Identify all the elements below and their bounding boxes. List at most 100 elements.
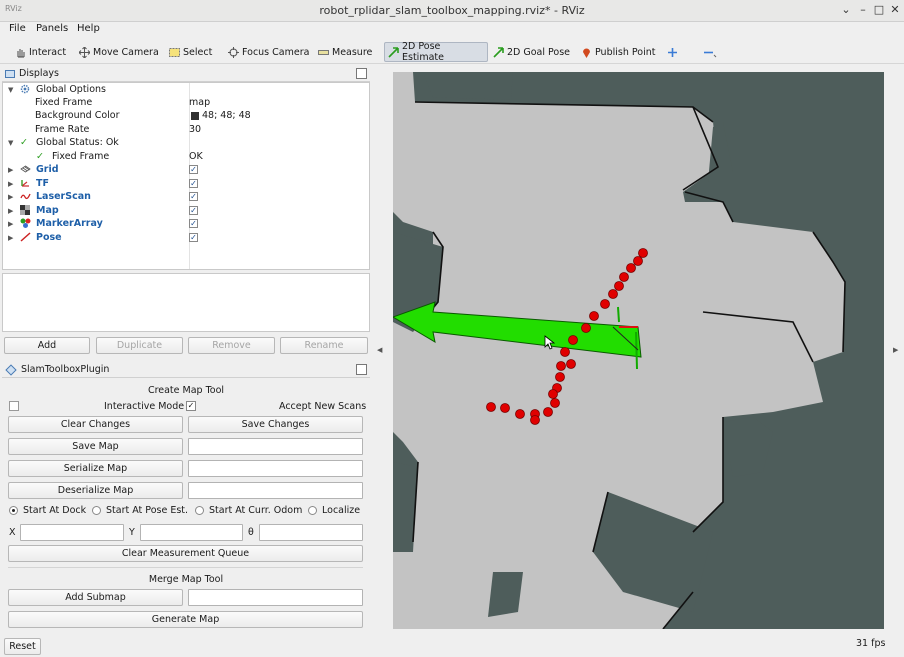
panel-close-checkbox[interactable]	[356, 364, 367, 375]
tool-2d-pose-estimate[interactable]: 2D Pose Estimate	[384, 41, 488, 63]
tool-select[interactable]: Select	[166, 42, 215, 62]
tool-measure[interactable]: Measure	[315, 42, 375, 62]
render-viewport[interactable]	[393, 72, 884, 629]
display-enabled-checkbox[interactable]: ✓	[189, 165, 198, 174]
collapse-left-icon[interactable]: ◀	[377, 346, 382, 354]
tree-row-fixed-frame[interactable]: Fixed Frame map	[3, 97, 369, 110]
theta-input[interactable]	[259, 524, 363, 541]
clear-changes-button[interactable]: Clear Changes	[8, 416, 183, 433]
rename-display-button[interactable]: Rename	[280, 337, 368, 354]
fixed-frame-value[interactable]: map	[189, 97, 210, 108]
tree-row-laserscan[interactable]: ▶ LaserScan ✓	[3, 191, 369, 204]
tree-row-grid[interactable]: ▶ Grid ✓	[3, 164, 369, 177]
tree-row-global-status[interactable]: ▼ ✓ Global Status: Ok	[3, 137, 369, 150]
color-swatch[interactable]	[191, 112, 199, 120]
tree-label: MarkerArray	[36, 218, 103, 229]
add-display-button[interactable]: Add	[4, 337, 90, 354]
clear-measurement-queue-button[interactable]: Clear Measurement Queue	[8, 545, 363, 562]
radio-start-at-pose-est-label: Start At Pose Est.	[106, 505, 189, 516]
generate-map-button[interactable]: Generate Map	[8, 611, 363, 628]
display-enabled-checkbox[interactable]: ✓	[189, 219, 198, 228]
y-input[interactable]	[140, 524, 243, 541]
add-tool-button[interactable]	[664, 42, 681, 62]
tool-interact[interactable]: Interact	[12, 42, 69, 62]
display-enabled-checkbox[interactable]: ✓	[189, 179, 198, 188]
chevron-right-icon[interactable]: ▶	[8, 166, 13, 174]
grid-icon	[20, 164, 31, 177]
chevron-right-icon[interactable]: ▶	[8, 234, 13, 242]
background-color-value[interactable]: 48; 48; 48	[202, 110, 251, 121]
tree-label: Fixed Frame	[52, 151, 110, 162]
menu-panels[interactable]: Panels	[36, 23, 68, 34]
tree-row-background-color[interactable]: Background Color 48; 48; 48	[3, 110, 369, 123]
collapse-right-icon[interactable]: ▶	[893, 346, 898, 354]
tree-label: Grid	[36, 164, 59, 175]
remove-display-button[interactable]: Remove	[188, 337, 275, 354]
green-arrow-icon	[388, 46, 399, 58]
unlabeled-checkbox[interactable]	[9, 401, 19, 411]
chevron-right-icon[interactable]: ▶	[8, 193, 13, 201]
serialize-map-name-input[interactable]	[188, 460, 363, 477]
deserialize-map-button[interactable]: Deserialize Map	[8, 482, 183, 499]
chevron-down-icon[interactable]: ⌄	[839, 3, 853, 17]
diamond-icon	[5, 363, 17, 376]
tool-2d-goal-pose-label: 2D Goal Pose	[507, 46, 571, 58]
duplicate-display-button[interactable]: Duplicate	[96, 337, 183, 354]
close-button[interactable]: ✕	[888, 3, 902, 17]
tree-row-pose[interactable]: ▶ Pose ✓	[3, 232, 369, 245]
tool-focus-camera[interactable]: Focus Camera	[225, 42, 312, 62]
chevron-right-icon[interactable]: ▶	[8, 220, 13, 228]
radio-localize[interactable]	[308, 506, 317, 515]
minimize-button[interactable]: –	[856, 3, 870, 17]
slam-panel-header: SlamToolboxPlugin	[2, 362, 370, 378]
radio-start-at-pose-est[interactable]	[92, 506, 101, 515]
tree-row-status-fixed-frame[interactable]: ✓ Fixed Frame OK	[3, 151, 369, 164]
separator	[8, 567, 363, 568]
radio-start-at-curr-odom[interactable]	[195, 506, 204, 515]
frame-rate-value[interactable]: 30	[189, 124, 201, 135]
x-input[interactable]	[20, 524, 124, 541]
displays-panel-header: Displays	[2, 66, 370, 82]
tree-label: TF	[36, 178, 49, 189]
tree-row-map[interactable]: ▶ Map ✓	[3, 205, 369, 218]
save-map-button[interactable]: Save Map	[8, 438, 183, 455]
menu-help[interactable]: Help	[77, 23, 100, 34]
tree-row-frame-rate[interactable]: Frame Rate 30	[3, 124, 369, 137]
tree-label: Global Options	[36, 84, 106, 95]
save-changes-button[interactable]: Save Changes	[188, 416, 363, 433]
display-enabled-checkbox[interactable]: ✓	[189, 233, 198, 242]
add-submap-button[interactable]: Add Submap	[8, 589, 183, 606]
title-bar: RViz robot_rplidar_slam_toolbox_mapping.…	[0, 0, 904, 22]
menu-file[interactable]: File	[9, 23, 26, 34]
accept-new-scans-label: Accept New Scans	[279, 401, 367, 412]
pose-icon	[20, 232, 31, 245]
save-map-name-input[interactable]	[188, 438, 363, 455]
reset-button[interactable]: Reset	[4, 638, 41, 655]
map-pin-icon	[581, 47, 592, 58]
tree-row-markerarray[interactable]: ▶ MarkerArray ✓	[3, 218, 369, 231]
display-enabled-checkbox[interactable]: ✓	[189, 206, 198, 215]
gear-icon	[20, 84, 30, 97]
tool-measure-label: Measure	[332, 46, 373, 58]
deserialize-map-name-input[interactable]	[188, 482, 363, 499]
maximize-button[interactable]: □	[872, 3, 886, 17]
hand-icon	[15, 47, 26, 58]
radio-start-at-dock[interactable]	[9, 506, 18, 515]
chevron-down-icon[interactable]: ▼	[8, 139, 13, 147]
tool-2d-goal-pose[interactable]: 2D Goal Pose	[490, 42, 573, 62]
tree-row-global-options[interactable]: ▼ Global Options	[3, 84, 369, 97]
chevron-right-icon[interactable]: ▶	[8, 180, 13, 188]
tool-focus-camera-label: Focus Camera	[242, 46, 310, 58]
tool-publish-point[interactable]: Publish Point	[578, 42, 658, 62]
panel-close-checkbox[interactable]	[356, 68, 367, 79]
display-enabled-checkbox[interactable]: ✓	[189, 192, 198, 201]
submap-input[interactable]	[188, 589, 363, 606]
interactive-mode-checkbox[interactable]: ✓	[186, 401, 196, 411]
chevron-down-icon[interactable]: ▼	[8, 86, 13, 94]
serialize-map-button[interactable]: Serialize Map	[8, 460, 183, 477]
tree-row-tf[interactable]: ▶ TF ✓	[3, 178, 369, 191]
chevron-right-icon[interactable]: ▶	[8, 207, 13, 215]
tool-move-camera[interactable]: Move Camera	[76, 42, 162, 62]
interactive-mode-label: Interactive Mode	[104, 401, 185, 412]
remove-tool-button[interactable]	[700, 42, 717, 62]
